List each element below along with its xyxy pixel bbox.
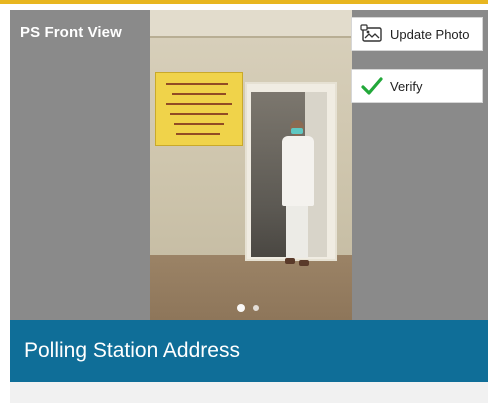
address-section-header: Polling Station Address bbox=[10, 320, 488, 382]
photo-card: PS Front View bbox=[10, 10, 488, 320]
top-strip bbox=[0, 0, 488, 10]
section-label: PS Front View bbox=[20, 24, 122, 41]
checkmark-icon bbox=[358, 74, 386, 98]
image-edit-icon bbox=[358, 22, 386, 46]
carousel-dot[interactable] bbox=[253, 305, 259, 311]
carousel-pager bbox=[237, 304, 259, 312]
verify-label: Verify bbox=[390, 78, 423, 94]
accent-bar bbox=[0, 0, 488, 4]
photo-ceiling bbox=[150, 10, 352, 38]
address-content-area bbox=[10, 382, 488, 403]
verify-button[interactable]: Verify bbox=[351, 69, 483, 103]
address-section-title: Polling Station Address bbox=[24, 339, 240, 362]
photo-person bbox=[276, 120, 320, 280]
update-photo-label: Update Photo bbox=[390, 26, 470, 42]
photo-notice-board bbox=[155, 72, 243, 146]
polling-station-photo[interactable] bbox=[150, 10, 352, 320]
carousel-dot-active[interactable] bbox=[237, 304, 245, 312]
update-photo-button[interactable]: Update Photo bbox=[351, 17, 483, 51]
